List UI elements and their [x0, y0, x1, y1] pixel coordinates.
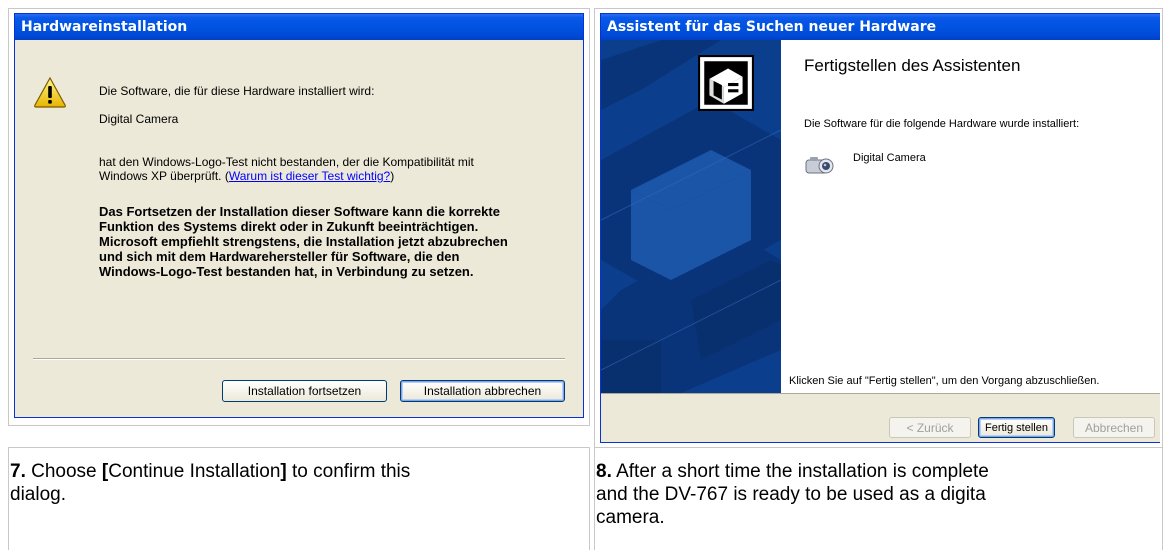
warning-line: Microsoft empfiehlt strengstens, die Ins… [99, 234, 508, 249]
wizard-title: Assistent für das Suchen neuer Hardware [601, 14, 1160, 40]
dialog-title: Hardwareinstallation [15, 14, 583, 40]
caption-text: Choose [25, 461, 102, 482]
camera-icon [805, 157, 834, 174]
why-test-link[interactable]: Warum ist dieser Test wichtig? [229, 169, 390, 183]
finish-button[interactable]: Fertig stellen [978, 417, 1055, 438]
warning-line: und sich mit dem Hardwarehersteller für … [99, 249, 460, 264]
right-caption-line-3: camera. [596, 507, 665, 528]
wizard-heading: Fertigstellen des Assistenten [804, 56, 1021, 75]
found-new-hardware-wizard: Assistent für das Suchen neuer Hardware [600, 13, 1160, 443]
device-name: Digital Camera [853, 152, 926, 164]
step-number: 7. [10, 461, 26, 482]
separator [33, 358, 565, 360]
wizard-footer: < Zurück Fertig stellen Abbrechen [601, 393, 1160, 442]
device-name: Digital Camera [99, 112, 179, 126]
logo-test-line-1: hat den Windows-Logo-Test nicht bestande… [99, 155, 474, 169]
right-caption: 8. After a short time the installation i… [596, 460, 1161, 529]
cancel-installation-button[interactable]: Installation abbrechen [400, 380, 565, 402]
back-button[interactable]: < Zurück [889, 417, 971, 438]
left-caption: 7. Choose [Continue Installation] to con… [10, 460, 410, 506]
logo-test-line-2: Windows XP überprüft. (Warum ist dieser … [99, 169, 394, 183]
left-caption-line-2: dialog. [10, 484, 66, 505]
caption-text: After a short time the installation is c… [611, 461, 989, 482]
software-line: Die Software, die für diese Hardware ins… [99, 84, 375, 98]
caption-text: to confirm this [286, 461, 411, 482]
logo-test-suffix: ) [390, 169, 395, 183]
hardware-installation-dialog: Hardwareinstallation Die Software, die f… [14, 13, 584, 418]
warning-line: Windows-Logo-Test bestanden hat, in Verb… [99, 264, 474, 279]
left-caption-line-1: 7. Choose [Continue Installation] to con… [10, 460, 410, 483]
right-caption-line-2: and the DV-767 is ready to be used as a … [596, 484, 986, 505]
logo-test-prefix: Windows XP überprüft. ( [99, 169, 229, 183]
hardware-wizard-icon [698, 55, 754, 111]
step-number: 8. [596, 461, 612, 482]
warning-line: Das Fortsetzen der Installation dieser S… [99, 204, 500, 219]
caption-button-name: Continue Installation [108, 461, 281, 482]
cancel-button[interactable]: Abbrechen [1073, 417, 1155, 438]
installed-line: Die Software für die folgende Hardware w… [804, 118, 1080, 130]
warning-icon [34, 76, 66, 108]
finish-hint: Klicken Sie auf "Fertig stellen", um den… [789, 375, 1100, 387]
warning-text: Das Fortsetzen der Installation dieser S… [99, 204, 508, 279]
continue-installation-button[interactable]: Installation fortsetzen [222, 380, 387, 402]
warning-line: Funktion des Systems direkt oder in Zuku… [99, 219, 479, 234]
right-caption-line-1: 8. After a short time the installation i… [596, 460, 1161, 483]
